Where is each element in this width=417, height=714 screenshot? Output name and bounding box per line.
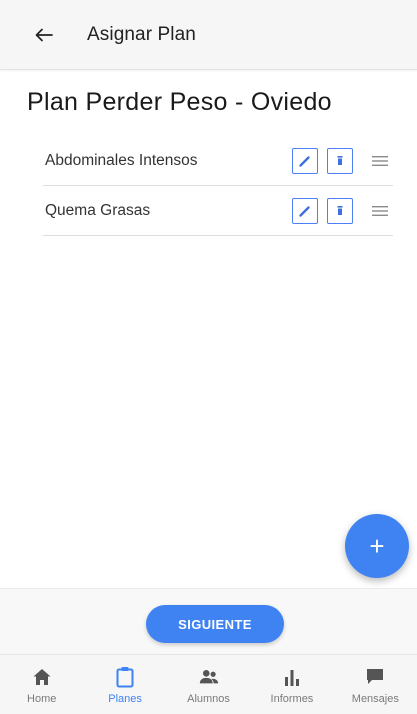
clipboard-icon	[114, 666, 136, 688]
edit-button[interactable]	[292, 197, 318, 224]
add-workout-button[interactable]: +	[345, 514, 409, 578]
pencil-icon	[299, 205, 310, 217]
workout-list: Abdominales Intensos Quema Grasas	[43, 136, 393, 236]
workout-label: Abdominales Intensos	[45, 151, 198, 169]
nav-item-informes[interactable]: Informes	[250, 655, 333, 714]
next-button[interactable]: SIGUIENTE	[146, 605, 284, 643]
back-button[interactable]	[30, 21, 58, 49]
home-icon	[31, 666, 53, 688]
action-bar: SIGUIENTE	[0, 588, 417, 654]
bar-chart-icon	[281, 666, 303, 688]
nav-item-alumnos[interactable]: Alumnos	[167, 655, 250, 714]
pencil-icon	[299, 155, 310, 167]
plan-title: Plan Perder Peso - Oviedo	[27, 88, 332, 116]
users-icon	[198, 666, 220, 688]
bottom-nav: Home Planes Alumnos Informes Mensajes	[0, 654, 417, 714]
app-bar-title: Asignar Plan	[87, 23, 196, 45]
drag-handle[interactable]	[369, 151, 391, 171]
workout-label: Quema Grasas	[45, 201, 151, 219]
nav-label: Informes	[270, 693, 314, 705]
plus-icon: +	[369, 530, 385, 561]
drag-handle-icon	[372, 205, 388, 216]
drag-handle[interactable]	[369, 201, 391, 221]
nav-label: Planes	[108, 693, 142, 705]
nav-item-planes[interactable]: Planes	[83, 655, 166, 714]
nav-item-mensajes[interactable]: Mensajes	[334, 655, 417, 714]
delete-button[interactable]	[327, 147, 353, 174]
drag-handle-icon	[372, 155, 388, 166]
delete-button[interactable]	[327, 197, 353, 224]
chat-icon	[364, 666, 386, 688]
nav-item-home[interactable]: Home	[0, 655, 83, 714]
nav-label: Home	[27, 693, 57, 705]
trash-icon	[337, 205, 343, 215]
nav-label: Mensajes	[351, 693, 399, 705]
edit-button[interactable]	[292, 147, 318, 174]
list-item: Abdominales Intensos	[43, 136, 393, 186]
nav-label: Alumnos	[187, 693, 230, 705]
app-screen: Asignar Plan Plan Perder Peso - Oviedo A…	[0, 0, 417, 714]
trash-icon	[337, 155, 343, 165]
list-item: Quema Grasas	[43, 186, 393, 236]
app-bar: Asignar Plan	[0, 0, 417, 70]
arrow-left-icon	[35, 28, 53, 41]
